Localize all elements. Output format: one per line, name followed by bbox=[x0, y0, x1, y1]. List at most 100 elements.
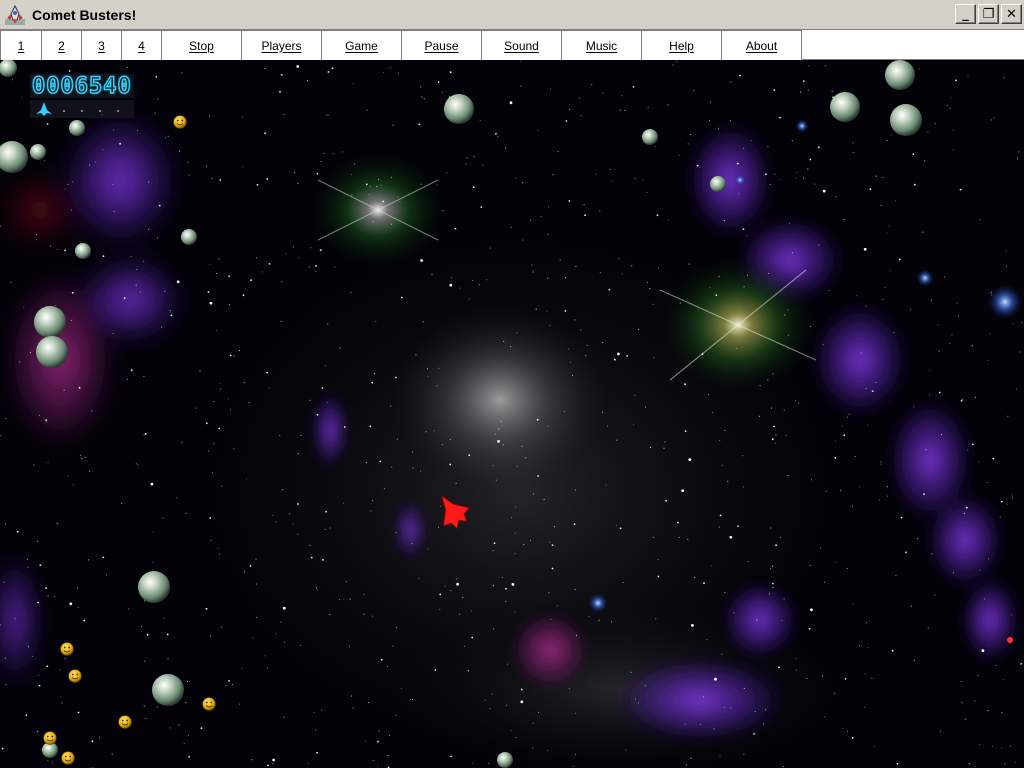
star bbox=[209, 517, 212, 519]
star bbox=[564, 310, 567, 312]
star bbox=[572, 765, 574, 767]
star bbox=[444, 585, 446, 587]
star bbox=[521, 445, 523, 447]
star bbox=[449, 71, 452, 74]
star bbox=[913, 659, 915, 661]
star bbox=[859, 486, 861, 488]
star bbox=[275, 521, 277, 523]
star bbox=[399, 201, 401, 203]
star bbox=[363, 594, 365, 596]
star bbox=[807, 168, 809, 170]
star bbox=[163, 617, 165, 619]
star bbox=[252, 637, 254, 639]
star bbox=[768, 593, 770, 595]
star bbox=[382, 72, 384, 74]
star bbox=[47, 461, 49, 464]
player-2-button[interactable]: 2 bbox=[42, 30, 82, 60]
star bbox=[918, 68, 921, 70]
star bbox=[322, 559, 324, 561]
comet bbox=[138, 571, 170, 603]
comet bbox=[710, 176, 726, 192]
star bbox=[136, 268, 138, 271]
star bbox=[770, 407, 773, 409]
star bbox=[145, 717, 147, 720]
star bbox=[772, 582, 774, 585]
star bbox=[814, 183, 816, 185]
star bbox=[677, 521, 679, 524]
player-1-button[interactable]: 1 bbox=[0, 30, 42, 60]
help-button[interactable]: Help bbox=[642, 30, 722, 60]
star bbox=[599, 272, 601, 274]
game-playfield[interactable]: 0006540 bbox=[0, 60, 1024, 768]
star bbox=[386, 665, 388, 668]
star bbox=[72, 484, 74, 486]
star bbox=[568, 348, 570, 350]
star bbox=[218, 427, 221, 430]
star bbox=[601, 411, 604, 413]
star bbox=[586, 344, 588, 346]
about-button[interactable]: About bbox=[722, 30, 802, 60]
star bbox=[852, 151, 854, 154]
star bbox=[218, 553, 220, 555]
star bbox=[817, 146, 820, 149]
star bbox=[867, 424, 869, 426]
star bbox=[91, 740, 94, 743]
title-bar[interactable]: Comet Busters! _ ❐ ✕ bbox=[0, 0, 1024, 30]
star bbox=[979, 569, 981, 571]
pause-button[interactable]: Pause bbox=[402, 30, 482, 60]
star bbox=[211, 178, 213, 180]
star bbox=[123, 297, 126, 299]
star bbox=[5, 417, 7, 420]
star bbox=[510, 226, 512, 228]
star bbox=[89, 164, 91, 166]
star bbox=[515, 737, 517, 739]
star bbox=[334, 266, 336, 268]
players-button[interactable]: Players bbox=[242, 30, 322, 60]
star bbox=[834, 561, 836, 563]
star bbox=[500, 420, 502, 422]
star bbox=[282, 606, 286, 610]
star bbox=[865, 305, 867, 307]
star bbox=[315, 271, 317, 273]
star bbox=[181, 441, 183, 443]
star bbox=[549, 541, 551, 543]
star bbox=[293, 172, 296, 174]
star bbox=[842, 727, 844, 730]
stop-button[interactable]: Stop bbox=[162, 30, 242, 60]
star bbox=[400, 296, 403, 299]
star bbox=[719, 440, 721, 442]
star bbox=[38, 414, 40, 416]
player-4-button[interactable]: 4 bbox=[122, 30, 162, 60]
star bbox=[886, 486, 888, 488]
sound-button[interactable]: Sound bbox=[482, 30, 562, 60]
star bbox=[329, 613, 331, 615]
star bbox=[297, 182, 299, 184]
star bbox=[21, 96, 23, 98]
music-button[interactable]: Music bbox=[562, 30, 642, 60]
star bbox=[736, 348, 738, 350]
restore-button[interactable]: ❐ bbox=[978, 4, 999, 24]
game-button[interactable]: Game bbox=[322, 30, 402, 60]
minimize-button[interactable]: _ bbox=[955, 4, 976, 24]
star bbox=[684, 723, 686, 725]
star bbox=[231, 683, 234, 686]
star bbox=[992, 457, 995, 460]
star bbox=[520, 688, 523, 691]
star bbox=[844, 678, 847, 680]
star bbox=[282, 489, 284, 491]
player-3-button[interactable]: 3 bbox=[82, 30, 122, 60]
star bbox=[440, 505, 442, 507]
star bbox=[738, 193, 740, 195]
star bbox=[67, 475, 69, 477]
star bbox=[739, 74, 741, 77]
star bbox=[831, 90, 833, 92]
star bbox=[617, 352, 620, 356]
star bbox=[608, 288, 611, 291]
close-button[interactable]: ✕ bbox=[1001, 4, 1022, 24]
star bbox=[77, 711, 80, 714]
star bbox=[668, 219, 670, 221]
star bbox=[843, 219, 845, 221]
star bbox=[433, 430, 435, 432]
star bbox=[978, 743, 981, 745]
star bbox=[871, 677, 873, 679]
